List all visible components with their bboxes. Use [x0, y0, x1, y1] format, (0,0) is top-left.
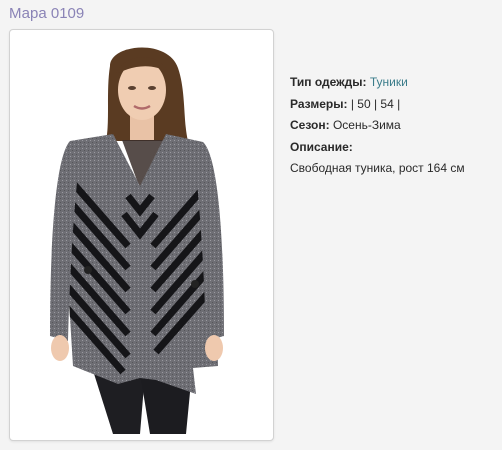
description-label: Описание: — [290, 139, 353, 154]
product-details: Тип одежды: Туники Размеры: | 50 | 54 | … — [290, 72, 465, 180]
clothing-type-row: Тип одежды: Туники — [290, 72, 465, 94]
description-text: Свободная туника, рост 164 см — [290, 161, 465, 175]
sizes-row: Размеры: | 50 | 54 | — [290, 94, 465, 116]
clothing-type-label: Тип одежды: — [290, 75, 367, 89]
sizes-label: Размеры: — [290, 96, 348, 111]
product-title: Мара 0109 — [9, 5, 85, 22]
sizes-value: | 50 | 54 | — [350, 96, 401, 111]
season-row: Сезон: Осень-Зима — [290, 115, 465, 137]
season-label: Сезон: — [290, 118, 330, 132]
product-photo-frame[interactable] — [9, 29, 274, 441]
product-photo[interactable] — [18, 36, 265, 434]
clothing-type-link[interactable]: Туники — [370, 75, 408, 89]
description-row: Описание: — [290, 137, 465, 159]
model-illustration — [50, 47, 224, 434]
season-value: Осень-Зима — [332, 118, 401, 132]
